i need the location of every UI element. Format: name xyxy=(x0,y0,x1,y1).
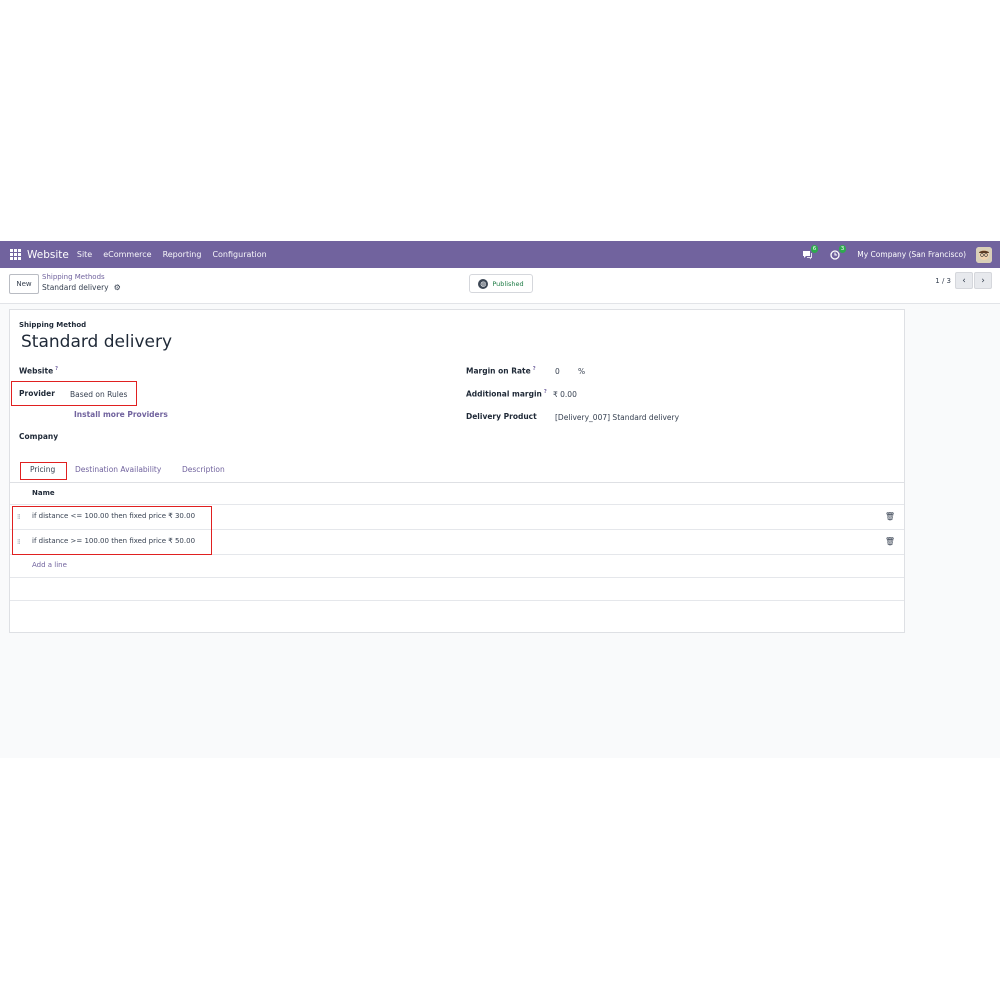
menu-site[interactable]: Site xyxy=(77,250,92,259)
tab-destination-availability[interactable]: Destination Availability xyxy=(75,465,161,474)
rules-highlight-box xyxy=(12,506,212,555)
published-button[interactable]: ◍ Published xyxy=(469,274,533,293)
shipping-method-label: Shipping Method xyxy=(19,321,87,329)
help-icon: ? xyxy=(55,366,59,372)
table-header-row: Name xyxy=(10,482,904,505)
published-label: Published xyxy=(492,279,524,288)
add-a-line-link[interactable]: Add a line xyxy=(32,561,67,569)
margin-on-rate-label: Margin on Rate? xyxy=(466,366,536,376)
pager-value[interactable]: 1 / 3 xyxy=(935,277,951,285)
record-title[interactable]: Standard delivery xyxy=(21,332,172,352)
top-navbar: Website Site eCommerce Reporting Configu… xyxy=(0,241,1000,268)
help-icon: ? xyxy=(543,389,547,395)
additional-margin-input[interactable]: ₹ 0.00 xyxy=(553,390,577,399)
pricing-tab-highlight-box xyxy=(20,462,67,480)
pager-previous-button[interactable]: ‹ xyxy=(955,272,973,289)
globe-icon: ◍ xyxy=(478,278,489,289)
company-label: Company xyxy=(19,432,59,441)
breadcrumb-shipping-methods[interactable]: Shipping Methods xyxy=(42,273,105,281)
activity-clock-icon[interactable]: 3 xyxy=(829,244,847,261)
systray: 6 3 My Company (San Francisco) xyxy=(801,241,992,268)
breadcrumb-current-label: Standard delivery xyxy=(42,283,109,292)
company-switcher[interactable]: My Company (San Francisco) xyxy=(857,250,966,259)
form-sheet: Shipping Method Standard delivery Websit… xyxy=(9,309,905,633)
user-avatar[interactable] xyxy=(976,246,992,263)
menu-reporting[interactable]: Reporting xyxy=(163,250,202,259)
pager: 1 / 3 ‹ › xyxy=(935,272,992,289)
add-line-row: Add a line xyxy=(10,555,904,578)
new-button[interactable]: New xyxy=(9,274,39,294)
activity-count-badge: 3 xyxy=(838,244,847,253)
messages-count-badge: 6 xyxy=(810,244,819,253)
margin-on-rate-input[interactable]: 0 xyxy=(555,367,560,376)
control-panel: New Shipping Methods Standard delivery ⚙… xyxy=(0,268,1000,304)
website-label: Website? xyxy=(19,366,59,376)
pager-next-button[interactable]: › xyxy=(974,272,992,289)
messages-icon[interactable]: 6 xyxy=(801,244,819,261)
gear-icon[interactable]: ⚙ xyxy=(114,283,121,292)
empty-row xyxy=(10,578,904,601)
margin-on-rate-unit: % xyxy=(578,367,586,376)
delivery-product-label: Delivery Product xyxy=(466,412,537,421)
apps-menu-icon[interactable] xyxy=(10,249,21,260)
additional-margin-label: Additional margin? xyxy=(466,389,547,399)
provider-highlight-box xyxy=(11,381,137,406)
trash-icon[interactable]: 🗑 xyxy=(885,512,895,521)
breadcrumb-current: Standard delivery ⚙ xyxy=(42,283,121,292)
menu-configuration[interactable]: Configuration xyxy=(212,250,266,259)
app-window: Website Site eCommerce Reporting Configu… xyxy=(0,241,1000,758)
help-icon: ? xyxy=(532,366,536,372)
notebook-tabs: Pricing Destination Availability Descrip… xyxy=(10,460,904,483)
install-providers-link[interactable]: Install more Providers xyxy=(74,410,168,419)
tab-description[interactable]: Description xyxy=(182,465,225,474)
app-name[interactable]: Website xyxy=(27,249,69,261)
trash-icon[interactable]: 🗑 xyxy=(885,537,895,546)
delivery-product-input[interactable]: [Delivery_007] Standard delivery xyxy=(555,413,679,422)
column-header-name[interactable]: Name xyxy=(32,489,55,497)
menu-ecommerce[interactable]: eCommerce xyxy=(103,250,151,259)
